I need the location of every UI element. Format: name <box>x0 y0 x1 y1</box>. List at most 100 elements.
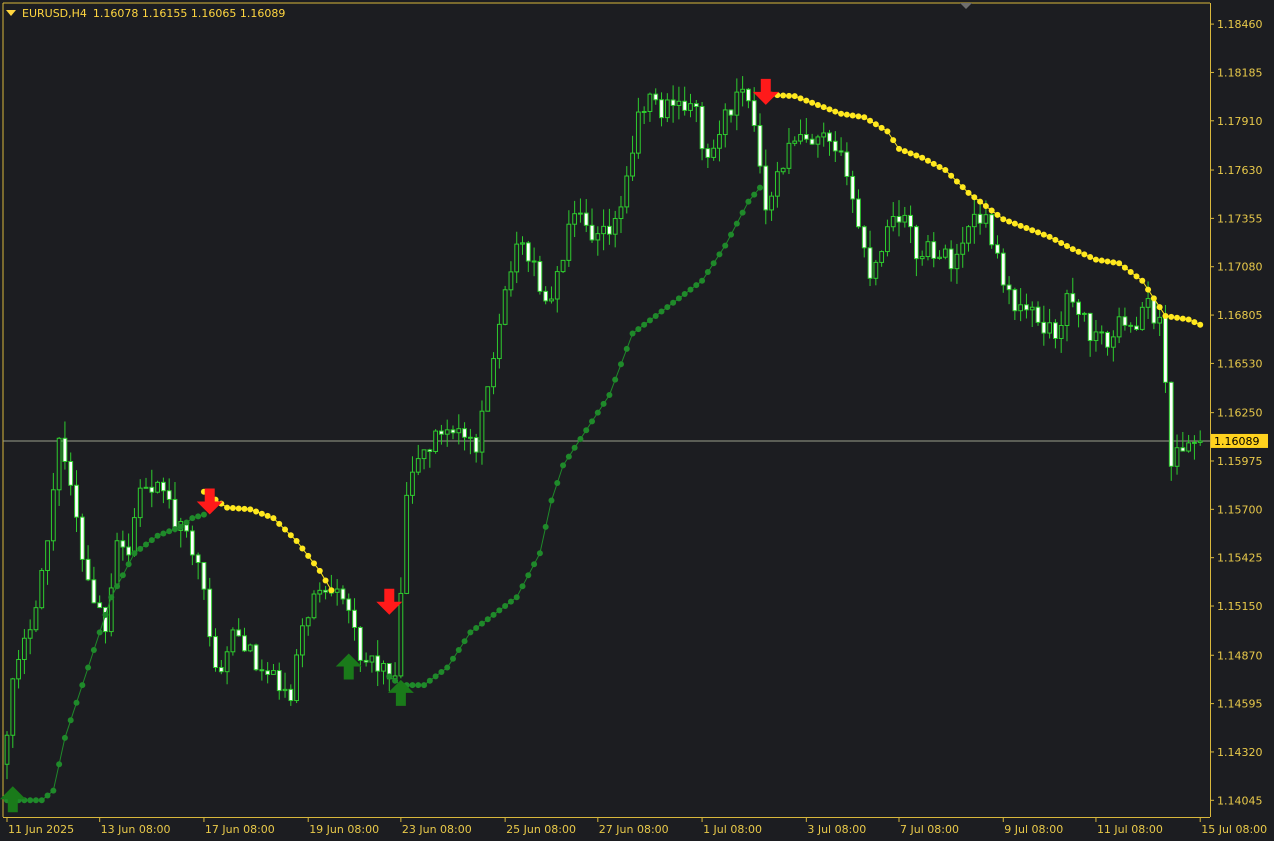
candle-body <box>624 175 630 208</box>
candle-body <box>832 140 838 152</box>
trail-up-dot <box>386 673 393 680</box>
candle <box>1012 287 1018 320</box>
candle-body <box>647 93 653 112</box>
trail-down-dot <box>855 113 862 120</box>
candle-body <box>798 134 803 142</box>
candle <box>311 590 317 620</box>
candle <box>166 478 172 509</box>
trail-up-dot <box>119 572 126 579</box>
trail-down-dot <box>299 545 306 552</box>
price-tick-label: 1.15975 <box>1217 455 1263 468</box>
chart-title-bar[interactable]: EURUSD,H4 1.16078 1.16155 1.16065 1.1608… <box>6 5 285 21</box>
time-tick-label: 3 Jul 08:00 <box>807 823 866 836</box>
candle <box>856 189 861 229</box>
candle <box>942 244 948 260</box>
trail-down-dot <box>1110 259 1117 266</box>
candle-body <box>595 233 601 241</box>
candle-body <box>850 175 856 200</box>
trail-down-dot <box>913 152 920 159</box>
trail-up-dot <box>652 312 659 319</box>
candle-body <box>549 298 554 302</box>
trail-up-dot <box>560 462 567 469</box>
trail-down-dot <box>971 194 978 201</box>
trail-up-dot <box>589 418 596 425</box>
candle-body <box>149 486 155 493</box>
candle <box>456 414 462 445</box>
candle <box>543 286 549 305</box>
candle <box>253 643 259 672</box>
trail-down-dot <box>791 93 798 100</box>
trail-up-dot <box>90 646 97 653</box>
trail-up-dot <box>612 376 619 383</box>
candle <box>444 419 450 447</box>
candle-body <box>195 554 201 564</box>
trail-down-dot <box>241 505 248 512</box>
candle-body <box>172 498 178 531</box>
candle <box>120 530 126 561</box>
trail-up-dot <box>195 513 202 520</box>
candle <box>479 400 485 465</box>
candle <box>763 149 769 225</box>
candle-body <box>925 241 931 258</box>
candle-body <box>375 655 381 672</box>
trail-up-dot <box>519 583 526 590</box>
trail-up-dot <box>733 220 740 227</box>
candle-body <box>815 136 821 145</box>
candle-body <box>937 256 942 259</box>
price-axis[interactable]: 1.18460 1.18185 1.17910 1.17630 1.17355 1.170… <box>1210 18 1263 807</box>
price-tick-label: 1.18185 <box>1217 66 1263 79</box>
candle <box>323 585 328 600</box>
candle-body <box>415 458 421 473</box>
candle-body <box>4 734 10 765</box>
trail-down-dot <box>1104 258 1111 265</box>
candle <box>189 525 195 566</box>
candle-body <box>688 103 693 111</box>
candle <box>1047 308 1053 339</box>
trail-up-dot <box>722 242 729 249</box>
candle-body <box>728 109 734 116</box>
candle <box>630 135 635 181</box>
candle-body <box>247 644 253 652</box>
candle <box>705 143 711 169</box>
candle <box>1180 431 1186 452</box>
candle <box>908 205 913 244</box>
candle-body <box>213 636 218 669</box>
candle <box>1000 248 1006 293</box>
candle <box>39 568 45 610</box>
candle-body <box>1105 331 1110 348</box>
candle-body <box>919 256 925 260</box>
candle-body <box>236 629 242 637</box>
candle <box>815 134 821 158</box>
candle <box>16 649 21 689</box>
candle <box>682 86 688 116</box>
candle <box>421 449 427 470</box>
time-tick-label: 11 Jul 08:00 <box>1097 823 1163 836</box>
candle-body <box>253 644 259 671</box>
candle <box>1081 311 1087 322</box>
candle <box>612 210 618 248</box>
price-chart[interactable]: 1.18460 1.18185 1.17910 1.17630 1.17355 1.170… <box>0 0 1274 841</box>
trail-up-dot <box>108 594 115 601</box>
time-tick-label: 27 Jun 08:00 <box>599 823 669 836</box>
chart-window[interactable]: 1.18460 1.18185 1.17910 1.17630 1.17355 1.170… <box>0 0 1274 841</box>
candle <box>398 577 404 679</box>
candle <box>832 131 838 162</box>
candle-body <box>1139 306 1145 330</box>
time-axis[interactable]: 11 Jun 2025 13 Jun 08:00 17 Jun 08:00 19 Ju… <box>6 817 1267 836</box>
trail-up-dot <box>484 616 491 623</box>
candle-body <box>977 213 983 224</box>
candle <box>381 660 386 685</box>
trail-up-dot <box>96 629 103 636</box>
candle-body <box>155 481 160 493</box>
trail-up-dot <box>392 677 399 684</box>
candle-body <box>664 99 670 119</box>
trail-down-dot <box>1058 239 1065 246</box>
candle-body <box>942 248 948 258</box>
collapse-triangle-icon[interactable] <box>6 10 16 16</box>
candle <box>62 421 68 470</box>
candle <box>670 85 676 123</box>
time-tick-label: 19 Jun 08:00 <box>309 823 379 836</box>
candle <box>1070 277 1076 308</box>
candle-body <box>1087 312 1093 342</box>
candle-body <box>1029 306 1035 311</box>
